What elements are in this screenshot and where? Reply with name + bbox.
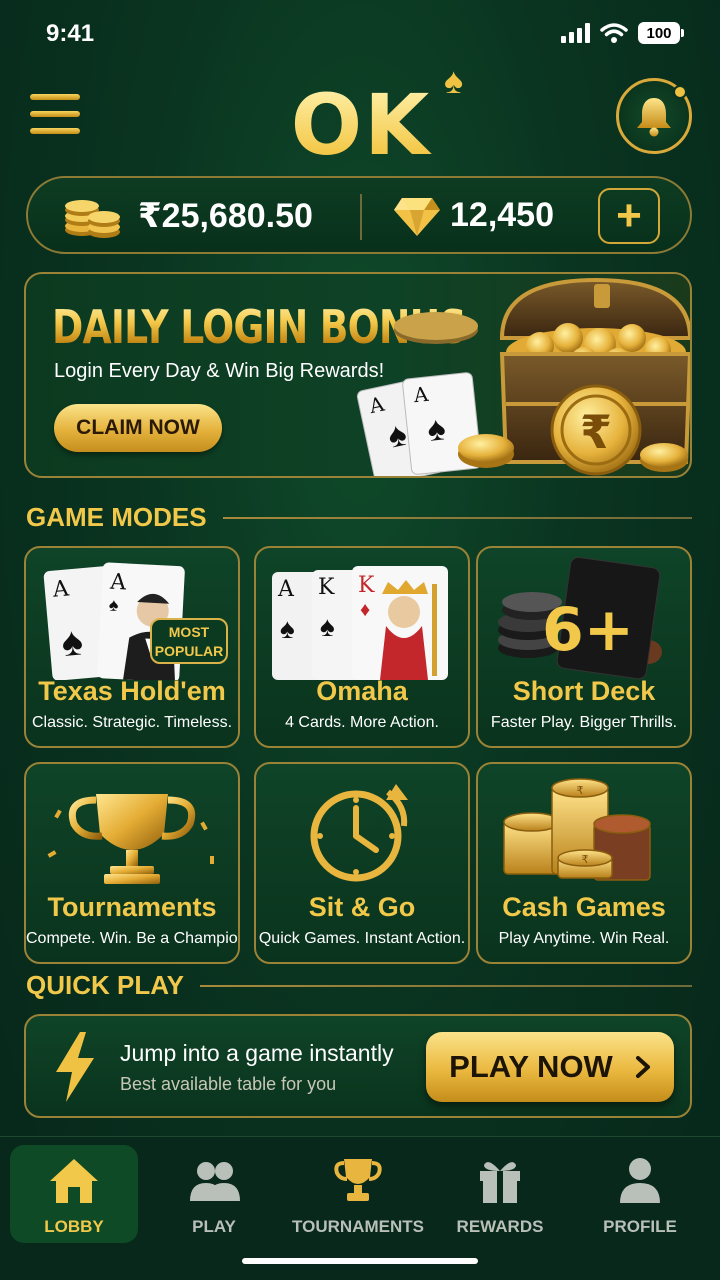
claim-now-button[interactable]: CLAIM NOW [54,404,222,452]
nav-label: LOBBY [44,1217,104,1236]
status-bar: 9:41 100 [0,0,720,68]
balance-divider [360,194,362,240]
treasure-chest-illustration: A ♠ A ♠ ₹ [356,277,690,476]
svg-text:A: A [109,570,128,596]
nav-item-play[interactable]: PLAY [150,1145,278,1243]
game-card-cash-games[interactable]: ₹ ₹ Cash Games Play Anytime. Win Real. [476,762,692,964]
card-title: Cash Games [502,892,666,922]
wifi-icon [600,23,628,43]
game-modes-heading: GAME MODES [26,502,692,533]
cellular-signal-icon [561,23,590,43]
game-card-tournaments[interactable]: Tournaments Compete. Win. Be a Champion. [24,762,240,964]
battery-level: 100 [638,22,680,44]
coin-stacks-icon: ₹ ₹ [503,778,651,881]
section-divider [222,516,692,519]
hamburger-icon [30,94,80,100]
clock-icon [310,784,408,882]
game-card-omaha[interactable]: A ♠ K ♠ K ♦ Omaha 4 Cards. More Action. [254,546,470,748]
svg-text:♠: ♠ [60,619,85,665]
status-icons: 100 [561,22,684,44]
person-icon [620,1158,660,1203]
battery-icon: 100 [638,22,684,44]
play-now-label: PLAY NOW [449,1049,613,1084]
svg-text:K: K [318,575,335,600]
play-now-button[interactable]: PLAY NOW [426,1032,674,1102]
card-description: Faster Play. Bigger Thrills. [490,714,678,731]
most-popular-badge: MOST POPULAR [150,618,228,664]
gift-icon [480,1162,520,1203]
card-title: Sit & Go [308,892,416,922]
svg-text:₹: ₹ [580,405,612,459]
nav-label: PLAY [192,1217,236,1236]
card-title: Texas Hold'em [38,676,226,706]
nav-item-tournaments[interactable]: TOURNAMENTS [292,1145,424,1243]
bell-icon [637,98,671,137]
game-card-sit-and-go[interactable]: Sit & Go Quick Games. Instant Action. [254,762,470,964]
svg-text:♠: ♠ [280,613,295,644]
lightning-icon [56,1032,94,1102]
svg-text:♠: ♠ [320,611,335,642]
nav-item-profile[interactable]: PROFILE [576,1145,704,1243]
game-card-short-deck[interactable]: 6+ Short Deck Faster Play. Bigger Thrill… [476,546,692,748]
section-title: GAME MODES [26,502,207,532]
gem-balance: 12,450 [450,196,554,234]
card-title: Omaha [316,676,408,706]
quick-play-heading: QUICK PLAY [26,970,692,1001]
svg-text:K: K [358,573,375,598]
notifications-button[interactable] [616,78,692,154]
home-icon [50,1159,98,1203]
nav-item-rewards[interactable]: REWARDS [436,1145,564,1243]
coin-balance: ₹25,680.50 [138,197,313,235]
quick-play-subtitle: Best available table for you [120,1074,337,1094]
status-time: 9:41 [46,20,95,47]
card-description: Play Anytime. Win Real. [498,930,670,947]
nav-label: REWARDS [456,1217,544,1236]
short-deck-icon: 6+ [498,556,662,680]
diamond-icon [394,198,440,236]
game-card-texas-holdem[interactable]: A ♠ A ♠ MOST POPULAR Texas Hold'em Classic… [24,546,240,748]
nav-label: PROFILE [603,1217,677,1236]
menu-button[interactable] [30,94,80,134]
nav-item-lobby[interactable]: LOBBY [10,1145,138,1243]
card-description: Compete. Win. Be a Champion. [26,930,240,947]
card-title: Short Deck [512,676,656,706]
spade-icon: ♠ [444,60,464,101]
svg-text:A: A [51,576,71,602]
daily-bonus-banner[interactable]: DAILY LOGIN BONUS Login Every Day & Win … [24,272,692,478]
omaha-cards-icon: A♠ K♠ K♦ [272,566,448,680]
svg-text:♠: ♠ [108,595,119,615]
users-icon [190,1162,240,1201]
balance-bar: ₹25,680.50 12,450 + [26,176,692,254]
trophy-icon [47,794,214,884]
nav-label: TOURNAMENTS [292,1217,424,1236]
quick-play-title: Jump into a game instantly [120,1040,394,1066]
notification-dot [673,85,687,99]
app-logo: ♠ OK PKR [186,60,536,260]
card-description: Quick Games. Instant Action. [258,930,466,947]
trophy-icon [334,1159,382,1201]
coins-icon [65,200,120,238]
six-plus-label: 6+ [542,595,634,665]
svg-text:₹: ₹ [582,854,589,866]
card-description: 4 Cards. More Action. [285,714,439,731]
svg-text:A: A [277,577,295,602]
svg-text:A: A [412,382,430,408]
card-title: Tournaments [47,892,217,922]
add-funds-button[interactable]: + [598,188,660,244]
svg-text:♦: ♦ [360,599,370,621]
home-indicator[interactable] [242,1258,478,1264]
chevron-right-icon [635,1056,650,1078]
app-header: ♠ OK PKR [0,60,720,260]
section-title: QUICK PLAY [26,970,184,1000]
quick-play-panel: Jump into a game instantly Best availabl… [24,1014,692,1118]
card-description: Classic. Strategic. Timeless. [31,714,233,731]
svg-text:₹: ₹ [577,785,584,797]
section-divider [199,984,692,987]
